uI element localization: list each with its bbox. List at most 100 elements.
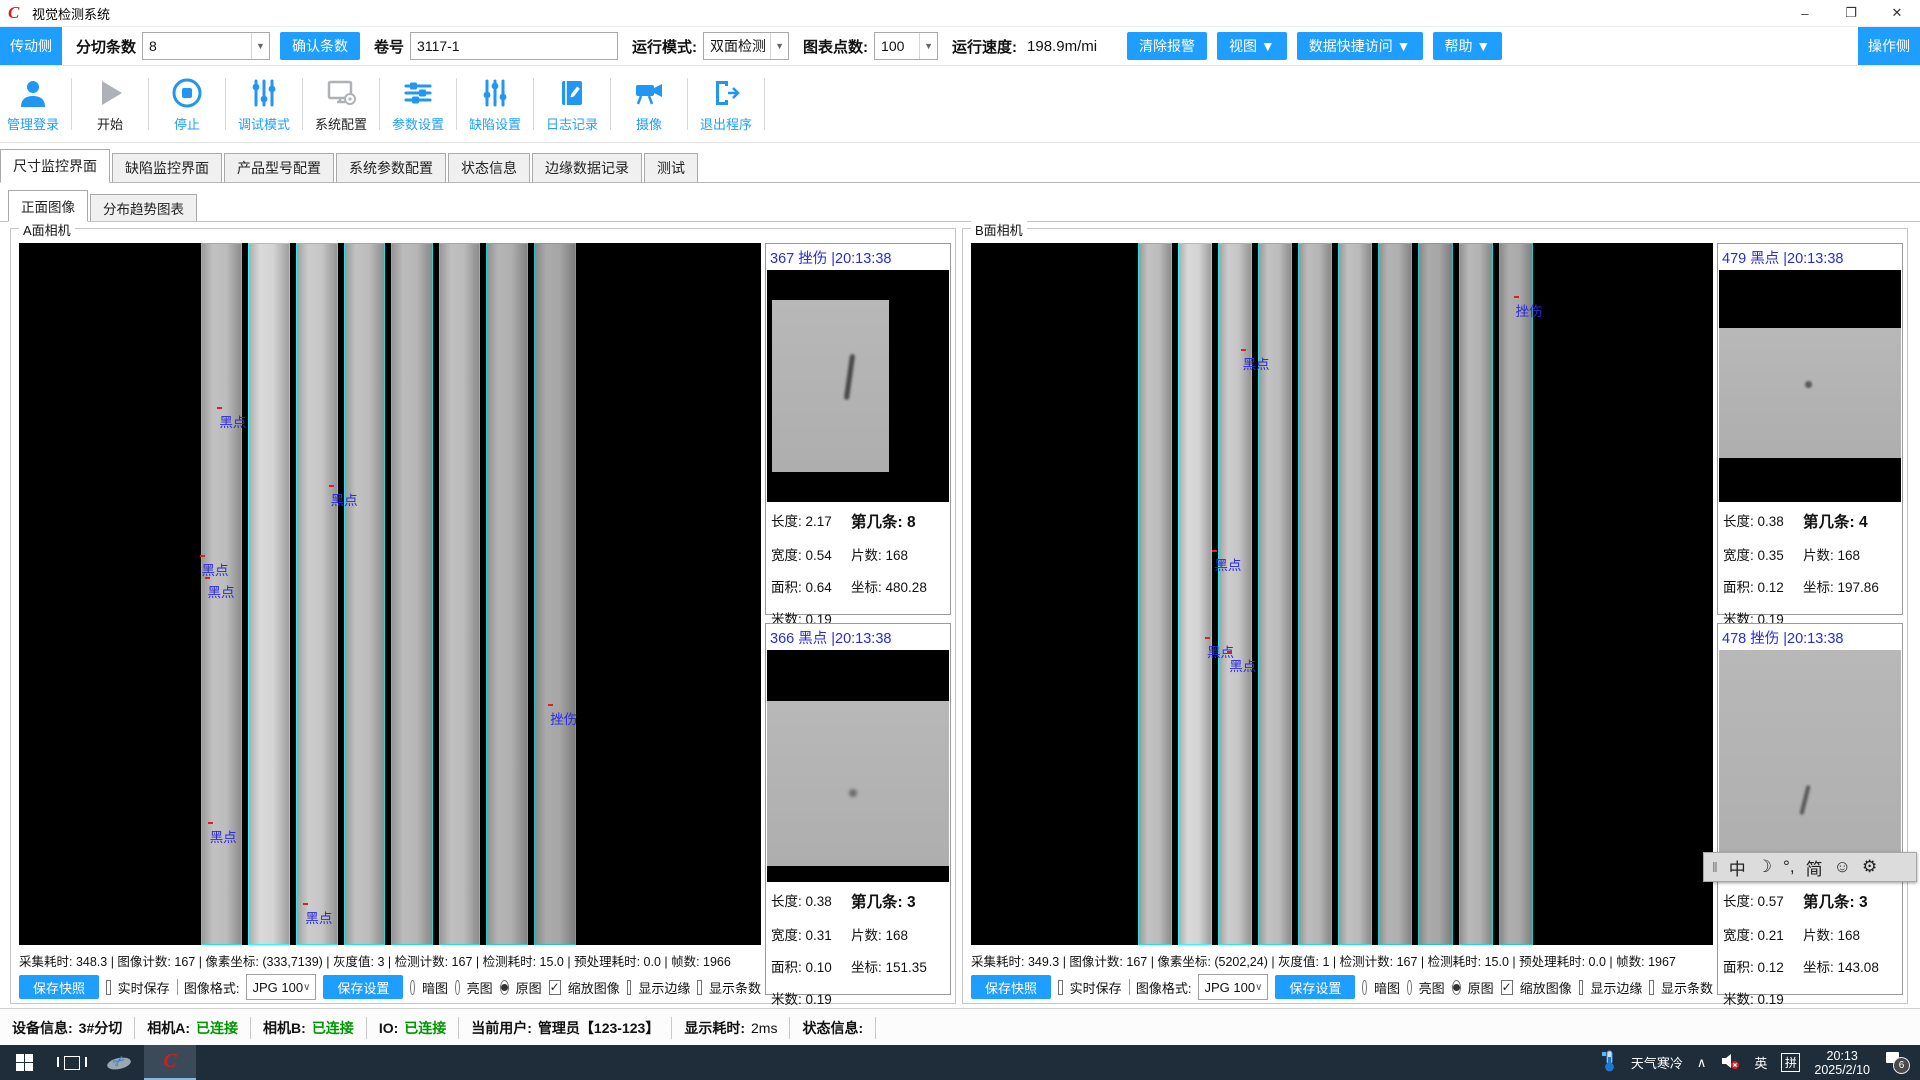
defect-stat: 面积: 0.12 [1723, 956, 1803, 976]
view-menu-button[interactable]: 视图 ▼ [1217, 32, 1287, 60]
toolbar-button-exit-door[interactable]: 退出程序 [693, 71, 759, 137]
tab-产品型号配置[interactable]: 产品型号配置 [224, 153, 334, 182]
option-checkbox-显示边缘[interactable] [1579, 980, 1584, 995]
clear-alarm-button[interactable]: 清除报警 [1127, 32, 1207, 60]
ime-simplified-icon[interactable]: 简 [1806, 855, 1823, 880]
toolbar-button-user[interactable]: 管理登录 [0, 71, 66, 137]
roll-no-input[interactable]: 3117-1 [410, 32, 618, 60]
toolbar-button-label: 参数设置 [392, 114, 444, 133]
ime-punctuation-icon[interactable]: °, [1783, 857, 1795, 877]
image-format-select[interactable]: JPG 100∨ [246, 974, 316, 1000]
camera-image: 挫伤黑点黑点黑点黑点 [971, 243, 1713, 945]
realtime-save-checkbox[interactable] [1058, 980, 1063, 995]
ime-settings-gear-icon[interactable]: ⚙ [1862, 857, 1877, 877]
image-format-select[interactable]: JPG 100∨ [1198, 974, 1268, 1000]
toolbar-button-sliders-horizontal[interactable]: 参数设置 [385, 71, 451, 137]
defect-marker-label: 黑点 [207, 581, 234, 601]
option-checkbox-显示边缘[interactable] [627, 980, 632, 995]
status-value: 已连接 [196, 1018, 238, 1038]
confirm-count-button[interactable]: 确认条数 [280, 32, 360, 60]
image-mode-radio-暗图[interactable] [1362, 980, 1367, 995]
run-mode-select[interactable]: 双面检测▼ [703, 32, 789, 60]
image-mode-radio-原图[interactable] [500, 980, 509, 995]
option-label: 缩放图像 [1520, 978, 1572, 997]
image-mode-label: 原图 [516, 978, 542, 997]
chevron-down-icon: ▼ [770, 33, 788, 59]
tab-系统参数配置[interactable]: 系统参数配置 [336, 153, 446, 182]
help-menu-button[interactable]: 帮助 ▼ [1433, 32, 1503, 60]
image-mode-label: 暗图 [422, 978, 448, 997]
video-camera-icon [632, 76, 666, 110]
monitor-gear-icon [324, 76, 358, 110]
tab-尺寸监控界面[interactable]: 尺寸监控界面 [0, 149, 110, 183]
radio-dot [1453, 984, 1460, 991]
tab-状态信息[interactable]: 状态信息 [448, 153, 530, 182]
save-snapshot-button[interactable]: 保存快照 [971, 975, 1051, 999]
image-mode-radio-暗图[interactable] [410, 980, 415, 995]
option-label: 缩放图像 [568, 978, 620, 997]
maximize-button[interactable]: ❐ [1828, 0, 1874, 26]
toolbar-button-play[interactable]: 开始 [77, 71, 143, 137]
start-button[interactable] [0, 1045, 48, 1080]
toolbar-button-monitor-gear[interactable]: 系统配置 [308, 71, 374, 137]
snipping-tool-app[interactable]: ✂ [96, 1045, 144, 1080]
ime-grip-handle[interactable]: ‖ [1712, 859, 1718, 875]
chart-points-select[interactable]: 100▼ [874, 32, 938, 60]
tab-缺陷监控界面[interactable]: 缺陷监控界面 [112, 153, 222, 182]
image-mode-label: 暗图 [1374, 978, 1400, 997]
camera-image: 黑点黑点黑点黑点挫伤黑点黑点 [19, 243, 761, 945]
operation-side-button[interactable]: 操作侧 [1858, 27, 1920, 65]
split-count-select[interactable]: 8▼ [142, 32, 270, 60]
close-button[interactable]: ✕ [1874, 0, 1920, 26]
hidden-icons-caret[interactable]: ∧ [1697, 1055, 1707, 1071]
toolbar-separator [71, 78, 72, 130]
ime-fullwidth-moon-icon[interactable]: ☽ [1757, 857, 1772, 877]
monitor-content: A面相机黑点黑点黑点黑点挫伤黑点黑点367 挫伤 |20:13:38长度: 2.… [0, 224, 1920, 1008]
image-mode-radio-亮图[interactable] [455, 980, 460, 995]
status-label: 设备信息: [12, 1018, 73, 1038]
minimize-button[interactable]: – [1782, 0, 1828, 26]
transmission-side-button[interactable]: 传动侧 [0, 27, 62, 65]
data-quick-access-button[interactable]: 数据快捷访问 ▼ [1297, 32, 1423, 60]
vision-system-app[interactable]: C [144, 1045, 196, 1080]
option-checkbox-显示条数[interactable] [697, 980, 702, 995]
save-snapshot-button[interactable]: 保存快照 [19, 975, 99, 999]
realtime-save-checkbox[interactable] [106, 980, 111, 995]
notification-center-icon[interactable]: 6 [1884, 1052, 1910, 1074]
image-mode-radio-原图[interactable] [1452, 980, 1461, 995]
toolbar-button-sliders-vertical2[interactable]: 缺陷设置 [462, 71, 528, 137]
windows-logo-icon [16, 1054, 33, 1071]
subtab-分布趋势图表[interactable]: 分布趋势图表 [90, 194, 197, 221]
language-indicator[interactable]: 英 [1754, 1053, 1767, 1072]
toolbar-button-log-book[interactable]: 日志记录 [539, 71, 605, 137]
task-view-button[interactable] [48, 1045, 96, 1080]
defect-stat: 宽度: 0.31 [771, 924, 851, 944]
defect-stat: 坐标: 151.35 [851, 956, 945, 976]
save-settings-button[interactable]: 保存设置 [1275, 975, 1355, 999]
ime-indicator[interactable]: 拼 [1781, 1053, 1800, 1072]
ime-emoji-icon[interactable]: ☺ [1834, 857, 1851, 877]
ime-chinese-mode-icon[interactable]: 中 [1729, 855, 1746, 880]
defect-thumbnail [767, 270, 949, 502]
defect-stats: 长度: 0.38第几条: 3宽度: 0.31片数: 168面积: 0.10坐标:… [767, 882, 949, 1008]
option-checkbox-缩放图像[interactable]: ✓ [549, 980, 561, 995]
defect-stat: 米数: 0.19 [1723, 988, 1803, 1008]
clock[interactable]: 20:132025/2/10 [1814, 1049, 1870, 1077]
option-checkbox-缩放图像[interactable]: ✓ [1501, 980, 1513, 995]
toolbar-button-stop[interactable]: 停止 [154, 71, 220, 137]
toolbar-button-label: 开始 [97, 114, 123, 133]
tab-测试[interactable]: 测试 [644, 153, 698, 182]
chevron-down-icon: ▼ [919, 33, 937, 59]
image-mode-radio-亮图[interactable] [1407, 980, 1412, 995]
volume-muted-icon[interactable] [1720, 1052, 1740, 1073]
thermometer-icon[interactable] [1601, 1050, 1617, 1075]
subtab-正面图像[interactable]: 正面图像 [8, 190, 88, 222]
image-format-value: JPG 100 [1204, 980, 1255, 995]
option-checkbox-显示条数[interactable] [1649, 980, 1654, 995]
save-settings-button[interactable]: 保存设置 [323, 975, 403, 999]
status-segment: 状态信息: [790, 1017, 876, 1039]
toolbar-button-video-camera[interactable]: 摄像 [616, 71, 682, 137]
toolbar-button-sliders-vertical[interactable]: 调试模式 [231, 71, 297, 137]
tab-边缘数据记录[interactable]: 边缘数据记录 [532, 153, 642, 182]
weather-text[interactable]: 天气寒冷 [1631, 1053, 1683, 1072]
